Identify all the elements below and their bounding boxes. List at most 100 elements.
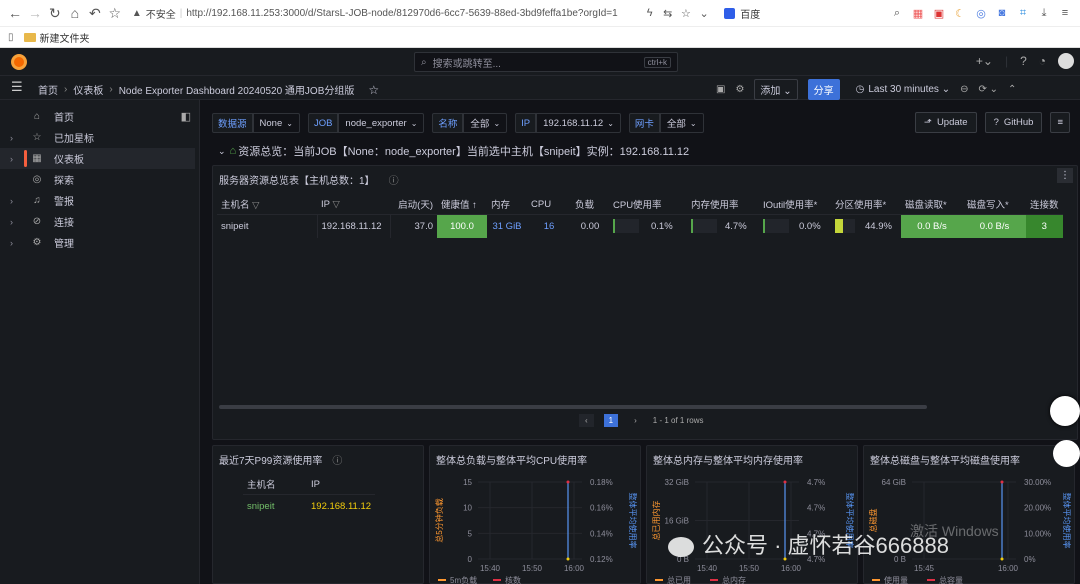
robot-icon[interactable]: ◙: [993, 4, 1011, 22]
variable-select[interactable]: None ⌄: [252, 113, 300, 133]
column-header-2[interactable]: 启动(天): [390, 195, 437, 214]
column-header-13[interactable]: 连接数: [1026, 195, 1063, 214]
sidebar-item-5[interactable]: › ⊘ 连接: [0, 211, 199, 232]
column-header-7[interactable]: CPU使用率: [609, 195, 687, 214]
variable-select[interactable]: 全部 ⌄: [463, 113, 508, 133]
menu-icon[interactable]: ☰: [11, 79, 23, 95]
column-header-9[interactable]: IOutil使用率*: [759, 195, 831, 214]
sidebar-item-6[interactable]: › ⚙ 管理: [0, 232, 199, 253]
plus-icon[interactable]: +⌄: [976, 54, 993, 68]
download-icon[interactable]: ⤓: [1035, 4, 1053, 22]
next-page-button[interactable]: ›: [628, 414, 643, 427]
chevron-down-icon[interactable]: ⌄: [696, 4, 712, 22]
forward-icon[interactable]: →: [26, 3, 44, 23]
share-icon[interactable]: ⇆: [660, 4, 676, 22]
horizontal-scrollbar[interactable]: [219, 405, 927, 409]
browser-search[interactable]: 百度: [724, 3, 886, 23]
star-icon[interactable]: ☆: [106, 3, 124, 23]
menu-button[interactable]: ≡: [1050, 112, 1070, 133]
sidebar-item-0[interactable]: ⌂ 首页: [0, 106, 199, 127]
robot-assistant-icon[interactable]: [1050, 396, 1080, 426]
share-button[interactable]: 分享: [807, 79, 840, 100]
column-header-8[interactable]: 内存使用率: [687, 195, 759, 214]
sort-asc-icon[interactable]: ↑: [470, 200, 477, 211]
search-icon[interactable]: ⌕: [888, 4, 906, 22]
save-icon[interactable]: ▣: [716, 84, 725, 95]
wechat-icon: [668, 537, 694, 558]
moon-icon[interactable]: ☾: [951, 4, 969, 22]
chevron-right-icon[interactable]: ›: [10, 196, 22, 206]
undo-icon[interactable]: ↶: [86, 3, 104, 23]
variable-label: JOB: [307, 113, 339, 133]
settings-icon[interactable]: ⚙: [735, 84, 744, 95]
rss-icon[interactable]: ◔: [1039, 54, 1046, 68]
back-icon[interactable]: ←: [6, 3, 24, 23]
sidebar-toggle-icon[interactable]: ▯: [8, 32, 14, 43]
time-picker[interactable]: ◷ Last 30 minutes ⌄: [856, 84, 951, 95]
cell-part-pct: 44.9%: [831, 213, 901, 238]
lightning-icon[interactable]: ϟ: [642, 4, 658, 22]
variable-select[interactable]: 192.168.11.12 ⌄: [536, 113, 621, 133]
game-icon[interactable]: ◎: [972, 4, 990, 22]
filter-icon[interactable]: ▽: [250, 200, 259, 211]
breadcrumb-dashboard-title[interactable]: Node Exporter Dashboard 20240520 通用JOB分组…: [119, 82, 355, 97]
column-header-11[interactable]: 磁盘读取*: [901, 195, 963, 214]
home-icon[interactable]: ⌂: [66, 3, 84, 23]
search-input[interactable]: ⌕ 搜索或跳转至... ctrl+k: [414, 52, 678, 72]
panel-menu-icon[interactable]: ⋮: [1057, 168, 1073, 183]
filter-icon[interactable]: ▽: [330, 199, 339, 210]
chevron-right-icon[interactable]: ›: [10, 133, 22, 143]
breadcrumb-dashboards[interactable]: 仪表板: [73, 82, 103, 97]
chevron-right-icon[interactable]: ›: [10, 154, 22, 164]
info-icon[interactable]: ⓘ: [332, 452, 342, 467]
star-icon[interactable]: ☆: [678, 4, 694, 22]
chevron-right-icon[interactable]: ›: [10, 217, 22, 227]
grafana-logo[interactable]: [11, 54, 27, 70]
collapse-icon[interactable]: ⌃: [1008, 84, 1016, 95]
apps-icon[interactable]: ▦: [909, 4, 927, 22]
add-button[interactable]: 添加 ⌄: [754, 79, 798, 100]
column-header-12[interactable]: 磁盘写入*: [963, 195, 1026, 214]
table-row[interactable]: snipeit 192.168.11.12 37.0 100.0 31 GiB …: [217, 213, 1063, 238]
sidebar-item-4[interactable]: › ♫ 警报: [0, 190, 199, 211]
column-header-ip: IP: [311, 478, 320, 490]
variable-select[interactable]: 全部 ⌄: [659, 113, 704, 133]
page-1-button[interactable]: 1: [603, 414, 619, 427]
sidebar-item-2[interactable]: › ▦ 仪表板: [0, 148, 195, 169]
column-header-0[interactable]: 主机名 ▽: [217, 195, 317, 214]
security-label: 不安全: [145, 9, 176, 21]
column-header-3[interactable]: 健康值 ↑: [437, 195, 487, 214]
zoom-out-icon[interactable]: ⊖: [960, 84, 968, 95]
pdf-icon[interactable]: ▣: [930, 4, 948, 22]
help-icon[interactable]: ?: [1020, 54, 1027, 68]
row-title[interactable]: ⌄ ⌂ 资源总览：当前JOB【None：node_exporter】当前选中主机…: [218, 143, 689, 159]
info-icon[interactable]: ⓘ: [389, 172, 399, 187]
star-icon[interactable]: ☆: [368, 83, 379, 97]
bookmark-folder[interactable]: 新建文件夹: [40, 30, 90, 45]
prev-page-button[interactable]: ‹: [579, 414, 594, 427]
sidebar-item-1[interactable]: › ☆ 已加星标: [0, 127, 199, 148]
menu-icon[interactable]: ≡: [1056, 4, 1074, 22]
column-header-6[interactable]: 负载: [571, 195, 609, 214]
y2-tick-label: 4.7%: [807, 504, 825, 513]
column-header-1[interactable]: IP ▽: [317, 195, 390, 214]
sidebar-item-3[interactable]: ◎ 探索: [0, 169, 199, 190]
address-bar[interactable]: ▲ 不安全 | http://192.168.11.253:3000/d/Sta…: [132, 3, 640, 23]
cpu-gauge: [613, 219, 639, 234]
column-header-4[interactable]: 内存: [487, 195, 527, 214]
breadcrumb-home[interactable]: 首页: [38, 82, 58, 97]
column-header-10[interactable]: 分区使用率*: [831, 195, 901, 214]
update-button[interactable]: ⬏ Update: [914, 112, 977, 133]
avatar[interactable]: [1058, 53, 1074, 69]
crop-icon[interactable]: ⌗: [1014, 4, 1032, 22]
x-tick-label: 16:00: [781, 564, 802, 573]
github-button[interactable]: ? GitHub: [984, 112, 1043, 133]
table-row[interactable]: snipeit 192.168.11.12: [243, 493, 376, 518]
chat-icon[interactable]: [1053, 440, 1080, 467]
variable-label: IP: [515, 113, 537, 133]
reload-icon[interactable]: ↻: [46, 3, 64, 23]
variable-select[interactable]: node_exporter ⌄: [338, 113, 425, 133]
column-header-5[interactable]: CPU: [527, 195, 571, 214]
refresh-icon[interactable]: ⟳ ⌄: [979, 84, 999, 95]
chevron-right-icon[interactable]: ›: [10, 238, 22, 248]
